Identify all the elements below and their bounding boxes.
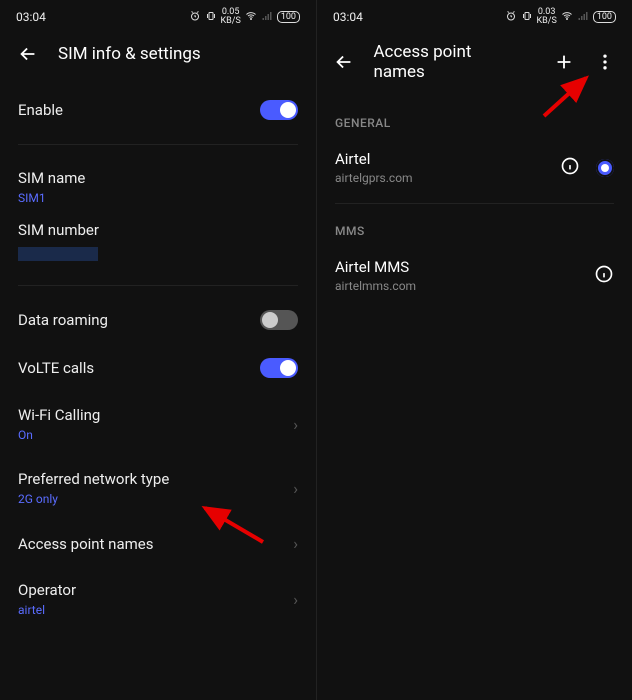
row-preferred-network[interactable]: Preferred network type 2G only › bbox=[18, 456, 298, 520]
apn-radio[interactable] bbox=[596, 159, 614, 177]
volte-toggle[interactable] bbox=[260, 358, 298, 378]
chevron-right-icon: › bbox=[293, 590, 298, 609]
vibrate-icon bbox=[205, 10, 217, 25]
back-button[interactable] bbox=[16, 42, 40, 66]
info-icon[interactable] bbox=[594, 264, 614, 288]
operator-value: airtel bbox=[18, 603, 76, 617]
statusbar: 03:04 0.03 KB/S 100 bbox=[317, 0, 632, 32]
apn-title: Airtel bbox=[335, 150, 560, 168]
vibrate-icon bbox=[521, 10, 533, 25]
more-menu-button[interactable] bbox=[594, 50, 616, 74]
appbar: Access point names bbox=[317, 32, 632, 102]
row-wifi-calling[interactable]: Wi-Fi Calling On › bbox=[18, 392, 298, 456]
row-volte[interactable]: VoLTE calls bbox=[18, 344, 298, 392]
page-title: Access point names bbox=[373, 42, 517, 82]
section-header-general: GENERAL bbox=[317, 102, 632, 138]
back-button[interactable] bbox=[333, 50, 355, 74]
appbar: SIM info & settings bbox=[0, 32, 316, 86]
data-roaming-label: Data roaming bbox=[18, 311, 108, 329]
section-header-mms: MMS bbox=[317, 210, 632, 246]
row-sim-number[interactable]: SIM number bbox=[18, 213, 298, 275]
row-sim-name[interactable]: SIM name SIM1 bbox=[18, 155, 298, 213]
sim-number-label: SIM number bbox=[18, 221, 99, 239]
apn-item-airtel-mms[interactable]: Airtel MMS airtelmms.com bbox=[317, 246, 632, 305]
screen-sim-settings: 03:04 0.05 KB/S 100 SIM info & set bbox=[0, 0, 316, 700]
apn-label: Access point names bbox=[18, 535, 153, 553]
sim-name-label: SIM name bbox=[18, 169, 85, 187]
status-net-unit: KB/S bbox=[537, 17, 557, 26]
enable-label: Enable bbox=[18, 101, 63, 119]
row-operator[interactable]: Operator airtel › bbox=[18, 567, 298, 631]
pref-network-value: 2G only bbox=[18, 492, 169, 506]
apn-title: Airtel MMS bbox=[335, 258, 594, 276]
chevron-right-icon: › bbox=[293, 479, 298, 498]
screen-apn: 03:04 0.03 KB/S 100 Access point n bbox=[316, 0, 632, 700]
battery-indicator: 100 bbox=[593, 11, 616, 23]
signal-icon bbox=[577, 10, 589, 25]
wifi-calling-value: On bbox=[18, 428, 100, 442]
add-button[interactable] bbox=[553, 50, 575, 74]
data-roaming-toggle[interactable] bbox=[260, 310, 298, 330]
info-icon[interactable] bbox=[560, 156, 580, 180]
row-data-roaming[interactable]: Data roaming bbox=[18, 296, 298, 344]
status-time: 03:04 bbox=[333, 10, 363, 24]
alarm-icon bbox=[189, 10, 201, 25]
wifi-icon bbox=[561, 10, 573, 25]
chevron-right-icon: › bbox=[293, 415, 298, 434]
statusbar: 03:04 0.05 KB/S 100 bbox=[0, 0, 316, 32]
alarm-icon bbox=[505, 10, 517, 25]
page-title: SIM info & settings bbox=[58, 44, 201, 64]
row-access-point-names[interactable]: Access point names › bbox=[18, 520, 298, 567]
wifi-icon bbox=[245, 10, 257, 25]
chevron-right-icon: › bbox=[293, 534, 298, 553]
sim-number-value-redacted bbox=[18, 247, 98, 261]
divider bbox=[18, 144, 298, 145]
signal-icon bbox=[261, 10, 273, 25]
apn-sub: airtelgprs.com bbox=[335, 171, 560, 185]
battery-indicator: 100 bbox=[277, 11, 300, 23]
enable-toggle[interactable] bbox=[260, 100, 298, 120]
divider bbox=[335, 203, 614, 204]
operator-label: Operator bbox=[18, 581, 76, 599]
apn-sub: airtelmms.com bbox=[335, 279, 594, 293]
row-enable[interactable]: Enable bbox=[18, 86, 298, 134]
divider bbox=[18, 285, 298, 286]
sim-name-value: SIM1 bbox=[18, 191, 85, 205]
wifi-calling-label: Wi-Fi Calling bbox=[18, 406, 100, 424]
volte-label: VoLTE calls bbox=[18, 359, 94, 377]
status-time: 03:04 bbox=[16, 10, 46, 24]
apn-item-airtel[interactable]: Airtel airtelgprs.com bbox=[317, 138, 632, 197]
pref-network-label: Preferred network type bbox=[18, 470, 169, 488]
status-net-unit: KB/S bbox=[221, 17, 241, 26]
